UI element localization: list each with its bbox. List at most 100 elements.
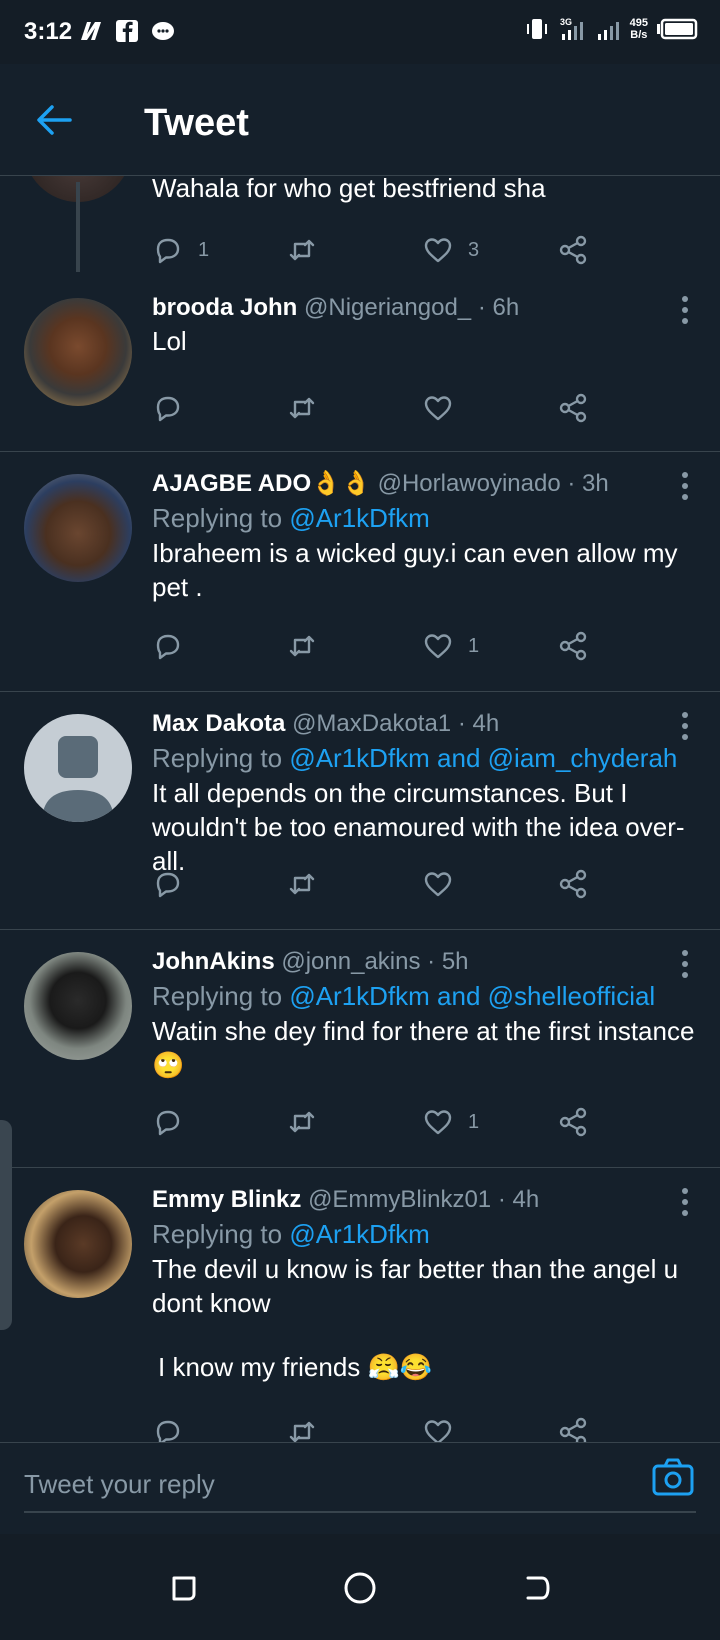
reply-tweet[interactable]: JohnAkins @jonn_akins · 5h Replying to @… xyxy=(0,930,720,1168)
reply-tweet[interactable]: brooda John @Nigeriangod_ · 6h Lol xyxy=(0,276,720,452)
like-button[interactable] xyxy=(422,392,454,424)
status-bar: 3:12 3G 495 B/s xyxy=(0,0,720,64)
mention-link[interactable]: @Ar1kDfkm and @shelleofficial xyxy=(289,981,655,1011)
chat-bubble-icon xyxy=(152,22,174,40)
reply-button[interactable] xyxy=(152,868,184,900)
display-name[interactable]: Emmy Blinkz xyxy=(152,1186,301,1213)
share-button[interactable] xyxy=(557,392,589,424)
tweet-text: The devil u know is far better than the … xyxy=(152,1254,679,1318)
reply-button[interactable] xyxy=(152,630,184,662)
recent-apps-icon[interactable] xyxy=(164,1568,204,1608)
retweet-button[interactable] xyxy=(286,630,318,662)
mention-link[interactable]: @Ar1kDfkm xyxy=(289,1219,430,1249)
reply-tweet[interactable]: Max Dakota @MaxDakota1 · 4h Replying to … xyxy=(0,692,720,930)
tweet-header: Emmy Blinkz @EmmyBlinkz01 · 4h xyxy=(152,1184,700,1216)
reply-icon xyxy=(156,1420,180,1442)
tweet-header: AJAGBE ADO👌👌 @Horlawoyinado · 3h xyxy=(152,468,700,500)
reply-icon xyxy=(156,238,180,264)
reply-tweet[interactable]: Emmy Blinkz @EmmyBlinkz01 · 4h Replying … xyxy=(0,1168,720,1442)
retweet-button[interactable] xyxy=(286,1106,318,1138)
tweet-actions: 1 xyxy=(152,630,622,666)
heart-icon xyxy=(424,1420,452,1442)
heart-icon xyxy=(424,872,452,897)
reply-button[interactable] xyxy=(152,1416,184,1442)
user-handle: @jonn_akins xyxy=(281,948,421,975)
news-app-icon xyxy=(81,22,101,40)
signal-icon xyxy=(597,22,619,40)
reply-input[interactable] xyxy=(24,1457,696,1513)
tweet-header: brooda John @Nigeriangod_ · 6h xyxy=(152,292,700,324)
share-button[interactable] xyxy=(557,1106,589,1138)
display-name[interactable]: JohnAkins xyxy=(152,948,275,975)
edge-panel-handle[interactable] xyxy=(0,1120,12,1330)
camera-icon[interactable] xyxy=(650,1455,696,1501)
avatar[interactable] xyxy=(24,474,132,582)
share-button[interactable] xyxy=(557,1416,589,1442)
user-handle: @Horlawoyinado xyxy=(377,470,561,497)
user-handle: @MaxDakota1 xyxy=(292,710,452,737)
tweet-actions: 1 xyxy=(152,1106,622,1142)
tweet-text: Wahala for who get bestfriend sha xyxy=(152,176,546,203)
display-name[interactable]: AJAGBE ADO👌👌 xyxy=(152,470,371,497)
display-name[interactable]: Max Dakota xyxy=(152,710,285,737)
replying-to: Replying to @Ar1kDfkm xyxy=(152,1219,430,1249)
mention-link[interactable]: @Ar1kDfkm and @iam_chyderah xyxy=(289,743,677,773)
reply-button[interactable] xyxy=(152,392,184,424)
battery-icon xyxy=(657,18,698,40)
share-icon xyxy=(559,1417,587,1442)
retweet-button[interactable] xyxy=(286,1416,318,1442)
like-button[interactable]: 1 xyxy=(422,1106,479,1138)
default-avatar-icon xyxy=(42,736,114,822)
reply-tweet[interactable]: AJAGBE ADO👌👌 @Horlawoyinado · 3h Replyin… xyxy=(0,452,720,692)
back-arrow-icon[interactable] xyxy=(34,100,74,140)
more-options-icon[interactable] xyxy=(682,1188,690,1218)
avatar[interactable] xyxy=(24,1190,132,1298)
like-button[interactable] xyxy=(422,868,454,900)
avatar[interactable] xyxy=(24,714,132,822)
share-icon xyxy=(559,631,587,661)
retweet-button[interactable] xyxy=(286,392,318,424)
more-options-icon[interactable] xyxy=(682,296,690,326)
tweet-text: Ibraheem is a wicked guy.i can even allo… xyxy=(152,538,678,602)
tweet-text-continued: I know my friends 😤😂 xyxy=(158,1352,433,1382)
retweet-button[interactable] xyxy=(286,868,318,900)
more-options-icon[interactable] xyxy=(682,950,690,980)
back-icon[interactable] xyxy=(516,1568,556,1608)
replying-to: Replying to @Ar1kDfkm xyxy=(152,503,430,533)
home-icon[interactable] xyxy=(340,1568,380,1608)
heart-icon xyxy=(424,238,452,263)
replies-feed[interactable]: Wahala for who get bestfriend sha 1 3 br… xyxy=(0,176,720,1442)
mention-link[interactable]: @Ar1kDfkm xyxy=(289,503,430,533)
share-button[interactable] xyxy=(557,630,589,662)
replying-to: Replying to @Ar1kDfkm and @iam_chyderah xyxy=(152,743,678,773)
reply-button[interactable]: 1 xyxy=(152,234,209,266)
heart-icon xyxy=(424,396,452,421)
like-button[interactable]: 1 xyxy=(422,630,479,662)
more-options-icon[interactable] xyxy=(682,712,690,742)
tweet-text: Lol xyxy=(152,326,187,356)
timestamp: · 4h xyxy=(497,1186,540,1213)
share-icon xyxy=(559,869,587,899)
reply-button[interactable] xyxy=(152,1106,184,1138)
reply-icon xyxy=(156,634,180,660)
vibrate-icon xyxy=(526,19,547,39)
like-button[interactable] xyxy=(422,1416,454,1442)
retweet-button[interactable] xyxy=(286,234,318,266)
like-count: 3 xyxy=(468,238,480,261)
share-icon xyxy=(559,1107,587,1137)
replying-to: Replying to @Ar1kDfkm and @shelleofficia… xyxy=(152,981,656,1011)
like-button[interactable]: 3 xyxy=(422,234,479,266)
tweet-text: Watin she dey find for there at the firs… xyxy=(152,1016,695,1080)
timestamp: · 4h xyxy=(457,710,500,737)
more-options-icon[interactable] xyxy=(682,472,690,502)
user-handle: @EmmyBlinkz01 xyxy=(308,1186,492,1213)
top-app-bar: Tweet xyxy=(0,64,720,176)
facebook-icon xyxy=(116,20,138,42)
display-name[interactable]: brooda John xyxy=(152,294,297,321)
share-button[interactable] xyxy=(557,868,589,900)
avatar[interactable] xyxy=(24,952,132,1060)
avatar[interactable] xyxy=(24,298,132,406)
share-button[interactable] xyxy=(557,234,589,266)
tweet-actions xyxy=(152,868,622,904)
signal-3g-icon: 3G xyxy=(560,17,583,40)
